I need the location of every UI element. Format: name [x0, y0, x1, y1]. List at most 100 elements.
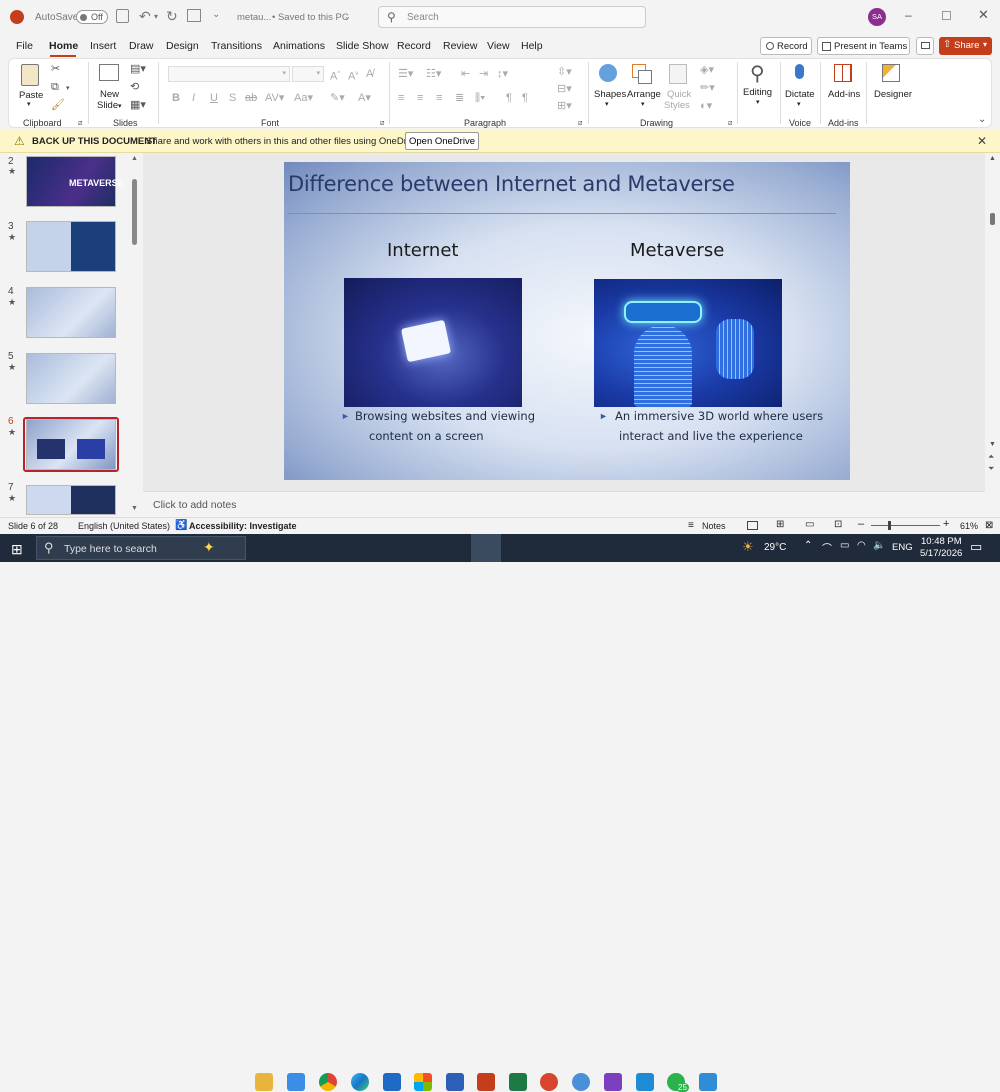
save-icon[interactable]: [116, 9, 129, 23]
scroll-up-icon[interactable]: ▲: [989, 155, 996, 162]
drawing-launcher-icon[interactable]: ⧄: [728, 118, 732, 130]
bold-icon[interactable]: B: [172, 92, 180, 104]
maximize-icon[interactable]: [942, 11, 951, 20]
shape-fill-icon[interactable]: ◈▾: [700, 64, 714, 76]
font-size-select[interactable]: ▾: [292, 66, 324, 82]
shadow-icon[interactable]: S: [229, 92, 236, 104]
zoom-level[interactable]: 61%: [960, 521, 978, 531]
notifications-icon[interactable]: ▭: [970, 539, 982, 555]
align-center-icon[interactable]: ≡: [417, 92, 423, 104]
present-icon[interactable]: [187, 9, 201, 22]
normal-view-icon[interactable]: [747, 521, 758, 530]
paragraph-launcher-icon[interactable]: ⧄: [578, 118, 582, 130]
zoom-in-icon[interactable]: +: [943, 518, 949, 530]
vscode-icon[interactable]: [636, 1073, 654, 1091]
slide-sorter-icon[interactable]: ⊞: [776, 519, 784, 530]
redo-icon[interactable]: ↻: [166, 8, 178, 25]
copilot-icon[interactable]: [572, 1073, 590, 1091]
customize-qat-icon[interactable]: ⌄: [212, 9, 220, 20]
bullets-icon[interactable]: ☰▾: [398, 68, 413, 80]
photo-app-icon[interactable]: [699, 1073, 717, 1091]
thumbnail-slide-5[interactable]: [26, 353, 116, 404]
rtl-icon[interactable]: ¶: [522, 92, 528, 104]
clock-date[interactable]: 5/17/2026: [920, 548, 962, 559]
arrange-button[interactable]: Arrange ▾: [626, 62, 661, 112]
internet-heading[interactable]: Internet: [387, 240, 458, 261]
tab-record[interactable]: Record: [397, 40, 431, 52]
powerpoint-taskbar-icon[interactable]: [477, 1073, 495, 1091]
tab-review[interactable]: Review: [443, 40, 477, 52]
close-icon[interactable]: ✕: [978, 7, 989, 23]
new-slide-button[interactable]: New Slide ▾: [95, 62, 123, 112]
font-launcher-icon[interactable]: ⧄: [380, 118, 384, 130]
saved-dropdown-icon[interactable]: ⌄: [344, 12, 351, 21]
section-icon[interactable]: ▦▾: [130, 99, 146, 111]
tab-design[interactable]: Design: [166, 40, 199, 52]
scroll-down-icon[interactable]: ▼: [989, 441, 996, 448]
tab-slide-show[interactable]: Slide Show: [336, 40, 389, 52]
tab-file[interactable]: File: [16, 40, 33, 52]
right-bullet-line-2[interactable]: interact and live the experience: [619, 429, 803, 443]
justify-icon[interactable]: ≣: [455, 92, 464, 104]
word-icon[interactable]: [446, 1073, 464, 1091]
outlook-icon[interactable]: [383, 1073, 401, 1091]
record-button[interactable]: Record: [760, 37, 812, 55]
tab-help[interactable]: Help: [521, 40, 543, 52]
previous-slide-icon[interactable]: ⏶: [988, 452, 994, 462]
smartart-icon[interactable]: ⊞▾: [557, 100, 572, 112]
volume-icon[interactable]: 🔈: [873, 540, 885, 551]
notes-toggle-icon[interactable]: ≡: [688, 520, 694, 531]
internet-image[interactable]: [344, 278, 522, 407]
battery-icon[interactable]: ▭: [840, 540, 849, 551]
chrome-icon[interactable]: [319, 1073, 337, 1091]
taskbar-search-box[interactable]: ⚲ Type here to search ✦: [36, 536, 246, 560]
decrease-font-icon[interactable]: Av: [348, 68, 358, 83]
excel-icon[interactable]: [509, 1073, 527, 1091]
metaverse-image[interactable]: [594, 279, 782, 407]
undo-dropdown-icon[interactable]: ▾: [154, 12, 158, 21]
network-icon[interactable]: ⌒: [822, 540, 832, 555]
dictate-button[interactable]: Dictate ▾: [784, 62, 816, 112]
notes-placeholder[interactable]: Click to add notes: [153, 499, 236, 511]
input-language[interactable]: ENG: [892, 542, 913, 553]
photos-icon[interactable]: [540, 1073, 558, 1091]
visual-studio-icon[interactable]: [604, 1073, 622, 1091]
font-color-icon[interactable]: A▾: [358, 92, 371, 104]
clock-time[interactable]: 10:48 PM: [921, 536, 962, 547]
editing-button[interactable]: ⚲ Editing ▾: [742, 62, 776, 112]
ltr-icon[interactable]: ¶: [506, 92, 512, 104]
thumbnail-slide-6[interactable]: [26, 419, 116, 470]
thumbnails-scroll-down-icon[interactable]: ▼: [131, 505, 138, 512]
tab-animations[interactable]: Animations: [273, 40, 325, 52]
reading-view-icon[interactable]: ▭: [805, 519, 814, 530]
autosave-toggle[interactable]: Off: [76, 10, 108, 24]
thumbnail-slide-3[interactable]: [26, 221, 116, 272]
notes-toggle-label[interactable]: Notes: [702, 521, 726, 531]
shape-effects-icon[interactable]: ◐▾: [700, 100, 712, 112]
slideshow-view-icon[interactable]: ⊡: [834, 519, 842, 530]
slide-title[interactable]: Difference between Internet and Metavers…: [288, 172, 735, 196]
document-name[interactable]: metau...: [237, 12, 271, 23]
decrease-indent-icon[interactable]: ⇤: [461, 68, 470, 80]
cut-icon[interactable]: ✂: [51, 63, 60, 75]
minimize-icon[interactable]: –: [905, 8, 912, 22]
edge-icon[interactable]: [351, 1073, 369, 1091]
search-box[interactable]: ⚲ Search: [378, 6, 646, 28]
columns-icon[interactable]: ⫼▾: [475, 92, 485, 104]
share-button[interactable]: ⇧ Share ▾: [939, 37, 992, 55]
copy-dropdown-icon[interactable]: ▾: [66, 83, 70, 95]
increase-font-icon[interactable]: A^: [330, 68, 340, 83]
windows-start-icon[interactable]: ⊞: [11, 541, 23, 558]
designer-button[interactable]: Designer: [872, 62, 912, 102]
store-icon[interactable]: [287, 1073, 305, 1091]
slide-vertical-scrollbar[interactable]: ▲ ▼ ⏶ ⏷: [985, 153, 1000, 517]
shape-outline-icon[interactable]: ✏▾: [700, 82, 715, 94]
scroll-thumb[interactable]: [990, 213, 995, 225]
clear-formatting-icon[interactable]: A̸: [366, 68, 373, 80]
slide[interactable]: Difference between Internet and Metavers…: [284, 162, 850, 480]
tab-transitions[interactable]: Transitions: [211, 40, 262, 52]
font-name-select[interactable]: ▾: [168, 66, 290, 82]
tray-chevron-icon[interactable]: ⌃: [804, 540, 812, 551]
shapes-button[interactable]: Shapes ▾: [594, 62, 626, 112]
italic-icon[interactable]: I: [192, 92, 195, 104]
